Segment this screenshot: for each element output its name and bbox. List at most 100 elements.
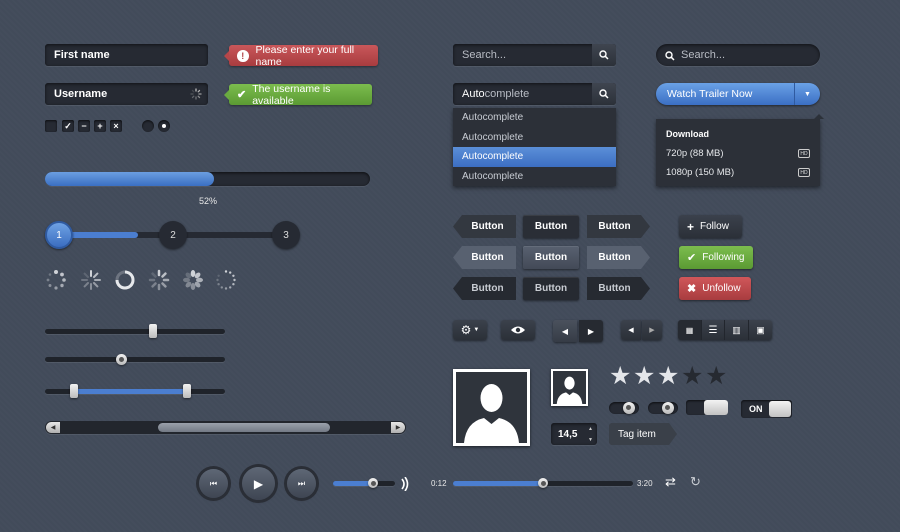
- prev-button[interactable]: ◀: [553, 320, 577, 342]
- caret-down-icon: ▼: [473, 327, 480, 333]
- view-button[interactable]: [501, 320, 535, 340]
- next-small-button[interactable]: ▶: [642, 320, 662, 340]
- spinner-ring-icon: [115, 270, 135, 290]
- fast-forward-button[interactable]: ⏭: [287, 469, 316, 498]
- repeat-icon[interactable]: ↻: [690, 474, 701, 490]
- username-available-text: The username is available: [252, 82, 331, 107]
- star-rating[interactable]: ★ ★ ★ ★ ★: [609, 364, 729, 389]
- star-icon[interactable]: ★: [681, 364, 705, 389]
- search-icon: [599, 89, 609, 99]
- skip-back-icon: ⏮: [209, 478, 218, 488]
- autocomplete-option[interactable]: Autocomplete: [453, 167, 616, 187]
- first-name-field[interactable]: First name: [45, 44, 208, 66]
- checkbox-cross[interactable]: ×: [110, 120, 122, 132]
- list-view-button[interactable]: ☰: [701, 320, 724, 340]
- prev-small-button[interactable]: ◀: [621, 320, 641, 340]
- hd-badge: HD: [798, 149, 810, 158]
- slider-range-handle-min[interactable]: [69, 384, 78, 398]
- shuffle-icon[interactable]: ⇄: [665, 474, 676, 490]
- checkbox-minus[interactable]: −: [78, 120, 90, 132]
- stepper-up-arrow-icon[interactable]: ▲: [584, 423, 597, 434]
- search-icon: [665, 51, 675, 61]
- autocomplete-search-button[interactable]: [592, 83, 616, 105]
- search-placeholder: Search...: [462, 49, 507, 61]
- star-icon[interactable]: ★: [705, 364, 729, 389]
- volume-handle[interactable]: [368, 478, 379, 488]
- star-icon[interactable]: ★: [657, 364, 681, 389]
- check-icon: ✔: [237, 89, 247, 101]
- slider-round[interactable]: [45, 357, 225, 362]
- download-option-720p[interactable]: 720p (88 MB): [666, 148, 812, 162]
- following-button[interactable]: ✔ Following: [679, 246, 753, 269]
- slider-range-handle-max[interactable]: [183, 384, 192, 398]
- seek-fill: [453, 481, 543, 486]
- toggle-knob: [623, 402, 635, 414]
- stepper-value: 14,5: [558, 428, 578, 440]
- grid-view-button[interactable]: ▦: [678, 320, 701, 340]
- toggle-slide-knob: [704, 400, 728, 415]
- scrollbar-thumb[interactable]: [158, 423, 331, 432]
- button-plain[interactable]: Button: [523, 215, 579, 238]
- check-icon: ✔: [687, 252, 697, 264]
- radio-on[interactable]: [158, 120, 170, 132]
- round-search-field[interactable]: Search...: [656, 44, 820, 66]
- autocomplete-option[interactable]: Autocomplete: [453, 108, 616, 128]
- arrow-right-icon: ▶: [587, 326, 595, 336]
- button-plain-light[interactable]: Button: [523, 246, 579, 269]
- spinner-blades-icon: [148, 269, 170, 291]
- button-plain-dark[interactable]: Button: [523, 277, 579, 300]
- step-2[interactable]: 2: [159, 221, 187, 249]
- slider-single-handle[interactable]: [149, 324, 157, 338]
- following-label: Following: [702, 252, 745, 263]
- autocomplete-rest: complete: [484, 88, 530, 100]
- first-name-error-tooltip: ! Please enter your full name: [224, 44, 378, 68]
- checkbox-plus[interactable]: +: [94, 120, 106, 132]
- seek-handle[interactable]: [538, 478, 548, 488]
- unfollow-label: Unfollow: [702, 283, 741, 294]
- download-option-1080p[interactable]: 1080p (150 MB): [666, 167, 812, 181]
- search-button[interactable]: [592, 44, 616, 66]
- star-icon[interactable]: ★: [633, 364, 657, 389]
- follow-button[interactable]: + Follow: [679, 215, 742, 238]
- scroll-right-arrow-icon[interactable]: ▶: [391, 422, 405, 433]
- checkbox-checked[interactable]: ✓: [62, 120, 74, 132]
- button-label: Button: [534, 283, 568, 294]
- autocomplete-option-selected[interactable]: Autocomplete: [453, 147, 616, 167]
- step-3-label: 3: [283, 229, 289, 241]
- tag-item-label: Tag item: [618, 428, 656, 440]
- username-available-tooltip: ✔ The username is available: [224, 82, 372, 107]
- button-arrow-left-dark-label: Button: [471, 283, 504, 294]
- step-1[interactable]: 1: [45, 221, 73, 249]
- watch-trailer-dropdown-toggle[interactable]: ▼: [794, 83, 820, 105]
- button-arrow-right-dark-label: Button: [598, 283, 631, 294]
- rewind-button[interactable]: ⏮: [199, 469, 228, 498]
- username-field[interactable]: Username: [45, 83, 208, 105]
- scroll-left-arrow-icon[interactable]: ◀: [46, 422, 60, 433]
- progress-bar: [45, 172, 370, 186]
- cover-view-button[interactable]: ▣: [748, 320, 772, 340]
- arrow-right-icon: ▶: [649, 327, 655, 334]
- slider-round-handle[interactable]: [115, 354, 127, 365]
- stepper-down-arrow-icon[interactable]: ▼: [584, 434, 597, 445]
- step-2-label: 2: [170, 229, 176, 241]
- grid-icon: ▦: [685, 325, 694, 335]
- slider-single[interactable]: [45, 329, 225, 334]
- unfollow-button[interactable]: ✖ Unfollow: [679, 277, 751, 300]
- on-off-knob: [769, 401, 791, 417]
- autocomplete-typed: Auto: [462, 88, 485, 100]
- play-button[interactable]: ▶: [242, 467, 275, 500]
- avatar-large: [453, 369, 530, 446]
- star-icon[interactable]: ★: [609, 364, 633, 389]
- checkbox-empty[interactable]: [45, 120, 57, 132]
- next-button[interactable]: ▶: [579, 320, 603, 342]
- radio-off[interactable]: [142, 120, 154, 132]
- columns-view-button[interactable]: ▥: [724, 320, 748, 340]
- autocomplete-option[interactable]: Autocomplete: [453, 128, 616, 148]
- step-3[interactable]: 3: [272, 221, 300, 249]
- user-silhouette-icon: [456, 372, 527, 443]
- settings-dropdown-button[interactable]: ⚙ ▼: [453, 320, 487, 340]
- slider-range-fill: [73, 389, 188, 394]
- download-menu-title: Download: [666, 129, 709, 139]
- username-label: Username: [54, 88, 108, 100]
- avatar-small: [551, 369, 588, 406]
